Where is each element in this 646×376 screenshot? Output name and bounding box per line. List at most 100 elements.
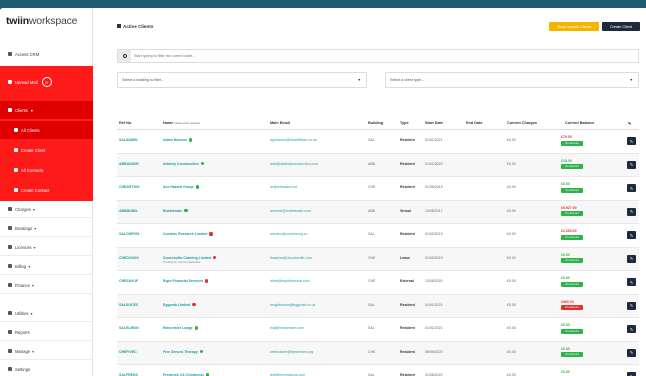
col-name[interactable]: Name (Show active pointers) xyxy=(163,121,200,125)
table-row[interactable]: CHEDOU0G Doucesville Catering Limited (Tra… xyxy=(117,247,639,271)
name-cell[interactable]: Adam Hewson xyxy=(163,138,193,142)
sidebar-item-utilities[interactable]: Utilities ▾ xyxy=(0,306,93,320)
edit-button[interactable]: ✎ xyxy=(627,301,636,310)
email-cell[interactable]: aghewson@iskwellfinan.co.uk xyxy=(270,138,317,142)
ref-cell[interactable]: ABBADD0R xyxy=(119,162,139,166)
email-cell[interactable]: reinvest@bubblerade.com xyxy=(270,209,311,213)
col-type[interactable]: Type xyxy=(400,121,409,125)
email-cell[interactable]: lhawkins@doucesville.com xyxy=(270,256,312,260)
ref-cell[interactable]: SALEGCEC xyxy=(119,303,138,307)
edit-button[interactable]: ✎ xyxy=(627,325,636,333)
chevron-down-icon: ▼ xyxy=(357,78,361,82)
settings-icon xyxy=(8,367,12,371)
email-cell[interactable]: dhart@espofinancial.com xyxy=(270,279,310,283)
ref-cell[interactable]: CHEART000 xyxy=(119,185,139,189)
edit-button[interactable]: ✎ xyxy=(627,137,636,145)
name-cell[interactable]: Doucesville Catering Limited xyxy=(163,256,217,260)
name-cell[interactable]: Five Senses Therapy xyxy=(163,350,204,354)
col-end[interactable]: End Date xyxy=(466,121,482,125)
ref-cell[interactable]: ABBBUB0L xyxy=(119,209,138,213)
edit-button[interactable]: ✎ xyxy=(627,278,636,286)
create-client-button[interactable]: Create Client xyxy=(602,22,640,31)
sidebar-item-manage[interactable]: Manage ▾ xyxy=(0,344,93,358)
name-cell[interactable]: Espo Financial Services xyxy=(163,279,209,283)
charges-cell: £0.00 xyxy=(507,185,516,189)
sidebar-item-finance[interactable]: Finance ▾ xyxy=(0,278,93,292)
show-inactive-button[interactable]: Show Inactive Clients xyxy=(549,22,599,31)
col-ref[interactable]: Ref No. xyxy=(119,121,132,125)
pencil-icon: ✎ xyxy=(629,162,634,167)
table-row[interactable]: SALADM01 Adam Hewson aghewson@iskwellfinan… xyxy=(117,130,639,154)
sidebar-item-settings[interactable]: Settings xyxy=(0,362,93,376)
table-row[interactable]: SALEGCEC Eggcrab Limited rhughtruman@eggcr… xyxy=(117,294,639,318)
col-charges[interactable]: Current Charges xyxy=(507,121,537,125)
sidebar-item-access-crm[interactable]: Access CRM xyxy=(0,47,93,61)
table-row[interactable]: CHEART000 Ace Hazard Group ar@arthazard.ne… xyxy=(117,177,639,201)
app-logo[interactable]: twiinworkspace xyxy=(6,15,78,27)
sidebar-item-reports[interactable]: Reports xyxy=(0,325,93,339)
email-cell[interactable]: mail@elmcrester.com xyxy=(270,326,304,330)
email-cell[interactable]: rmeden@cumbricorg.co xyxy=(270,232,307,236)
type-cell: Virtual xyxy=(400,208,411,213)
status-badge: On Account xyxy=(561,234,583,240)
email-cell[interactable]: webmaster@fivesenses.org xyxy=(270,350,313,354)
sidebar-item-bookings[interactable]: Bookings ▾ xyxy=(0,221,93,235)
sidebar-item-billing[interactable]: Billing ▾ xyxy=(0,259,93,273)
sidebar-item-clients[interactable]: Clients ▾ xyxy=(0,101,93,119)
building-cell: ABB xyxy=(368,208,376,213)
search-input[interactable] xyxy=(134,50,634,62)
table-row[interactable]: SALELMON Elmcrester Lodge mail@elmcrester.… xyxy=(117,318,639,342)
table-row[interactable]: SALFREDS Frederick Q3 (Creations) fed@fenc… xyxy=(117,365,639,376)
name-cell[interactable]: Ace Hazard Group xyxy=(163,185,199,189)
table-row[interactable]: CHESAYOF Espo Financial Services dhart@esp… xyxy=(117,271,639,295)
ref-cell[interactable]: CHESAYOF xyxy=(119,279,138,283)
sidebar-item-unread-mail[interactable]: Unread Mail 0 xyxy=(0,74,93,90)
ref-cell[interactable]: SALELMON xyxy=(119,326,139,330)
email-cell[interactable]: ladd@adderlyconstruction.com xyxy=(270,162,318,166)
sidebar-item-charges[interactable]: Charges ▾ xyxy=(0,202,93,216)
edit-button[interactable]: ✎ xyxy=(627,348,636,357)
edit-button[interactable]: ✎ xyxy=(627,372,636,376)
sidebar-item-licences[interactable]: Licences ▾ xyxy=(0,240,93,254)
ref-cell[interactable]: SALCMP001 xyxy=(119,232,140,236)
type-cell: External xyxy=(400,279,414,283)
divider xyxy=(0,293,93,294)
edit-button[interactable]: ✎ xyxy=(627,231,636,239)
table-row[interactable]: ABBADD0R Adderly Construction ladd@adderly… xyxy=(117,153,639,177)
table-row[interactable]: SALCMP001 Cumbric Research Limited rmeden@… xyxy=(117,224,639,248)
chevron-down-icon: ▾ xyxy=(32,348,35,354)
ref-cell[interactable]: CHEFIVEC xyxy=(119,350,137,354)
col-building[interactable]: Building xyxy=(368,121,383,125)
table-row[interactable]: ABBBUB0L Bubblerade reinvest@bubblerade.co… xyxy=(117,200,639,224)
edit-button[interactable]: ✎ xyxy=(627,207,636,216)
email-cell[interactable]: rhughtruman@eggcrab.co.uk xyxy=(270,303,315,307)
edit-button[interactable]: ✎ xyxy=(627,160,636,169)
name-cell[interactable]: Bubblerade xyxy=(163,209,188,213)
search-button[interactable] xyxy=(118,50,131,62)
balance-amount: £0.00 xyxy=(561,252,570,257)
sidebar-item-create-client[interactable]: Create Client xyxy=(0,141,93,159)
col-email[interactable]: Main Email xyxy=(270,121,290,125)
client-type-filter-select[interactable]: Select a client type... ▼ xyxy=(385,72,639,88)
edit-button[interactable]: ✎ xyxy=(627,184,636,192)
sidebar-item-create-contact[interactable]: Create Contact xyxy=(0,181,93,199)
sidebar-item-all-clients[interactable]: All Clients xyxy=(0,121,93,139)
ref-cell[interactable]: SALADM01 xyxy=(119,138,138,142)
name-cell[interactable]: Eggcrab Limited xyxy=(163,303,196,307)
charges-cell: £0.00 xyxy=(507,326,516,330)
table-header: Ref No. Name (Show active pointers) Main… xyxy=(117,118,639,130)
col-balance[interactable]: Current Balance xyxy=(565,121,594,125)
sidebar-item-all-contacts[interactable]: All Contacts xyxy=(0,161,93,179)
email-cell[interactable]: ar@arthazard.net xyxy=(270,185,297,189)
status-badge: On Account xyxy=(561,164,583,169)
col-start[interactable]: Start Date xyxy=(425,121,443,125)
table-row[interactable]: CHEFIVEC Five Senses Therapy webmaster@fiv… xyxy=(117,341,639,365)
edit-button[interactable]: ✎ xyxy=(627,254,636,263)
name-cell[interactable]: Cumbric Research Limited xyxy=(163,232,213,236)
name-cell[interactable]: Elmcrester Lodge xyxy=(163,326,198,330)
building-filter-select[interactable]: Select a building to filter... ▼ xyxy=(117,72,367,88)
ref-cell[interactable]: CHEDOU0G xyxy=(119,256,139,260)
status-badge: On Account xyxy=(561,352,583,357)
status-dot xyxy=(205,279,209,283)
name-cell[interactable]: Adderly Construction xyxy=(163,162,205,166)
